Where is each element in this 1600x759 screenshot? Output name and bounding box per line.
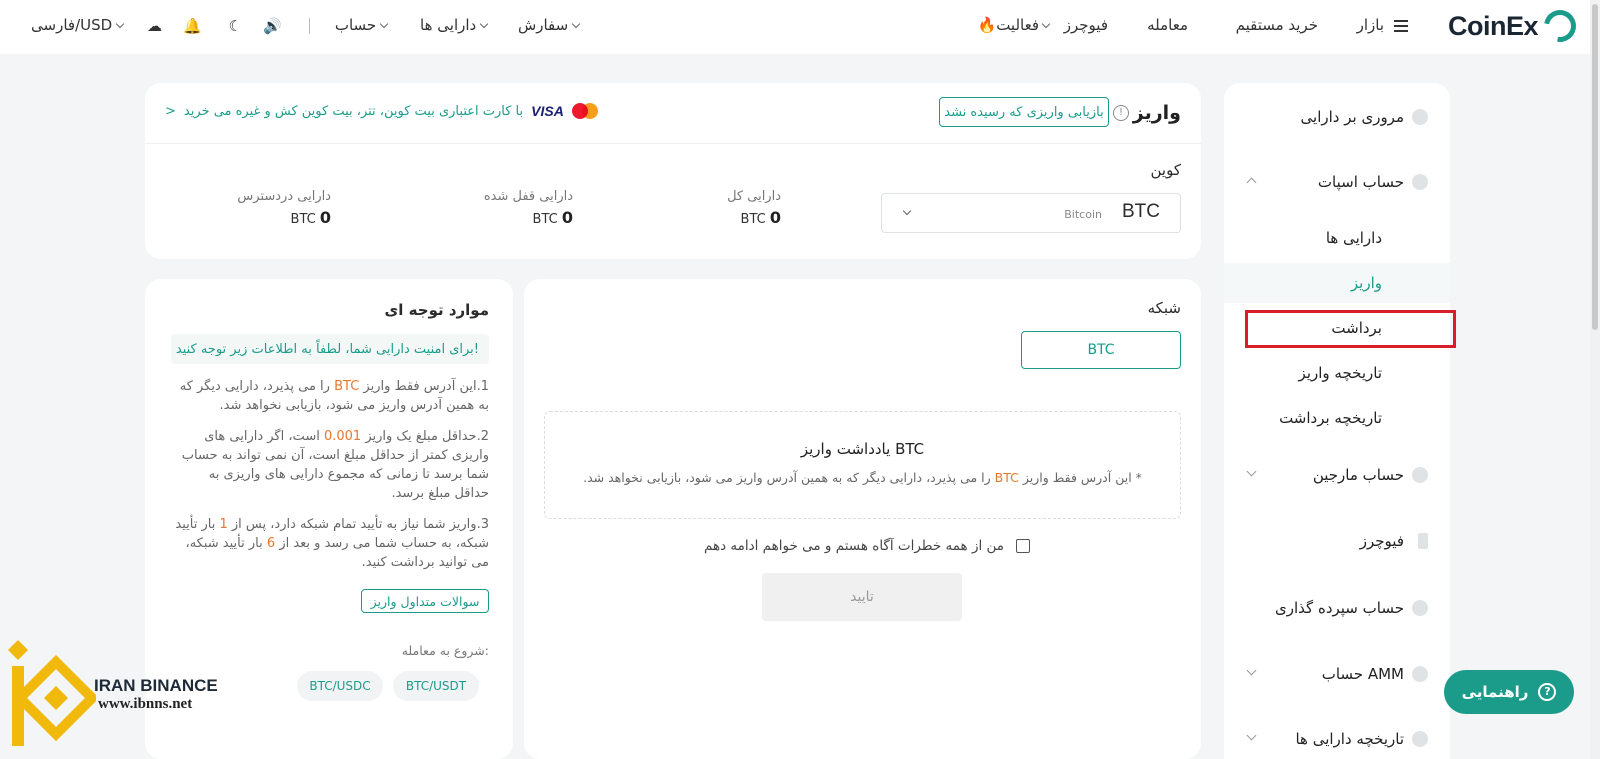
card-promo-text: با کارت اعتباری بیت کوین، تتر، بیت کوین …	[183, 103, 524, 119]
balance-value: 0	[561, 208, 573, 227]
pair-btc-usdc[interactable]: BTC/USDC	[297, 671, 383, 701]
iran-binance-watermark: IRAN BINANCE www.ibnns.net	[6, 640, 226, 752]
balance-label: دارایی دردسترس	[237, 189, 331, 204]
watermark-title: IRAN BINANCE	[94, 676, 218, 695]
balance-available: دارایی دردسترس BTC 0	[237, 189, 331, 227]
sidebar-item-margin[interactable]: حساب مارجین	[1224, 455, 1450, 495]
amm-icon	[1412, 666, 1428, 682]
risk-checkbox[interactable]	[1016, 539, 1031, 553]
chevron-down-icon	[1246, 466, 1257, 477]
menu-icon[interactable]	[1394, 20, 1408, 35]
note-1: 1.این آدرس فقط واریز BTC را می پذیرد، دا…	[179, 379, 489, 413]
deposit-header-card: واریز ! بازیابی واریزی که رسیده نشد VISA…	[145, 83, 1201, 259]
nav-orders[interactable]: سفارش	[518, 16, 584, 34]
page-title: واریز	[1132, 102, 1181, 124]
balance-value: 0	[769, 208, 781, 227]
nav-market[interactable]: بازار	[1357, 16, 1384, 34]
confirm-button[interactable]: تایید	[762, 573, 962, 621]
history-icon	[1412, 731, 1428, 747]
chevron-down-icon	[1041, 19, 1051, 29]
balance-locked: دارایی قفل شده BTC 0	[483, 189, 573, 227]
watermark-url: www.ibnns.net	[98, 696, 193, 712]
chevron-right-icon: <	[165, 103, 176, 119]
card-purchase-link[interactable]: VISA با کارت اعتباری بیت کوین، تتر، بیت …	[165, 103, 598, 119]
sidebar-item-asset-history[interactable]: تاریخچه دارایی ها	[1224, 719, 1450, 759]
chevron-up-icon	[1246, 177, 1257, 188]
chevron-down-icon	[479, 19, 489, 29]
sidebar-item-deposit[interactable]: واریز	[1224, 263, 1450, 303]
coin-label: کوین	[1150, 161, 1181, 179]
network-option-btc[interactable]: BTC	[1021, 331, 1181, 369]
chevron-down-icon	[1246, 730, 1257, 741]
trade-label: شروع به معامله:	[401, 643, 489, 658]
iran-binance-logo-icon	[8, 640, 100, 746]
divider	[145, 143, 1201, 144]
fire-icon: 🔥	[977, 16, 997, 34]
sidebar-item-spot[interactable]: حساب اسپات	[1224, 162, 1450, 202]
security-banner: برای امنیت دارایی شما، لطفاً به اطلاعات …	[171, 334, 489, 364]
help-button[interactable]: راهنمایی ?	[1444, 670, 1574, 714]
notes-title: موارد توجه ای	[384, 301, 489, 319]
sidebar: مروری بر دارایی حساب اسپات دارایی ها وار…	[1224, 83, 1450, 759]
coin-symbol: BTC	[1122, 201, 1160, 222]
pair-btc-usdt[interactable]: BTC/USDT	[393, 671, 479, 701]
nav-divider	[309, 18, 310, 34]
coin-select[interactable]: BTC Bitcoin	[881, 193, 1181, 233]
futures-icon	[1418, 533, 1428, 549]
chevron-down-icon	[1246, 665, 1257, 676]
nav-account[interactable]: حساب	[335, 16, 392, 34]
info-icon[interactable]: !	[1113, 104, 1129, 121]
chevron-down-icon	[115, 19, 125, 29]
faq-button[interactable]: سوالات متداول واریز	[361, 589, 489, 613]
recover-deposit-button[interactable]: بازیابی واریزی که رسیده نشد	[939, 97, 1109, 127]
coinex-logo[interactable]: CoinEx	[1447, 3, 1583, 49]
risk-checkbox-label: من از همه خطرات آگاه هستم و می خواهم ادا…	[704, 538, 1005, 554]
scrollbar-thumb[interactable]	[1592, 4, 1598, 330]
chevron-down-icon	[902, 206, 912, 216]
memo-title: یادداشت واریز BTC	[800, 440, 925, 458]
savings-icon	[1412, 600, 1428, 616]
balance-value: 0	[319, 208, 331, 227]
coin-name: Bitcoin	[1064, 208, 1102, 221]
network-card: شبکه BTC یادداشت واریز BTC * این آدرس فق…	[524, 279, 1201, 759]
sidebar-item-assets[interactable]: دارایی ها	[1224, 218, 1450, 258]
visa-logo: VISA	[531, 103, 564, 119]
question-icon: ?	[1538, 683, 1557, 701]
moon-icon[interactable]: ☾	[229, 17, 242, 35]
sidebar-item-withdraw-history[interactable]: تاریخچه برداشت	[1224, 398, 1450, 438]
nav-activity[interactable]: 🔥فعالیت	[978, 16, 1055, 34]
nav-trade[interactable]: معامله	[1147, 16, 1188, 34]
download-icon[interactable]: ☁	[147, 17, 162, 35]
balance-total: دارایی کل BTC 0	[727, 189, 781, 227]
sidebar-item-overview[interactable]: مروری بر دارایی	[1224, 97, 1450, 137]
highlight-box	[1245, 310, 1456, 348]
top-navbar: CoinEx بازار خرید مستقیم معامله فیوچرز 🔥…	[0, 0, 1600, 54]
sidebar-item-savings[interactable]: حساب سپرده گذاری	[1224, 588, 1450, 628]
margin-icon	[1412, 467, 1428, 483]
risk-acknowledge[interactable]: من از همه خطرات آگاه هستم و می خواهم ادا…	[704, 538, 1031, 554]
nav-futures[interactable]: فیوچرز	[1064, 16, 1108, 34]
nav-assets[interactable]: دارایی ها	[420, 16, 492, 34]
layers-icon	[1412, 174, 1428, 190]
memo-text: * این آدرس فقط واریز BTC را می پذیرد، دا…	[583, 470, 1142, 485]
note-2: 2.حداقل مبلغ یک واریز 0.001 است، اگر دار…	[181, 429, 489, 501]
pie-chart-icon	[1412, 109, 1428, 125]
memo-box: یادداشت واریز BTC * این آدرس فقط واریز B…	[544, 411, 1181, 519]
mastercard-icon	[571, 103, 598, 119]
language-currency-selector[interactable]: فارسی/USD	[31, 16, 128, 34]
network-label: شبکه	[1147, 299, 1181, 317]
sidebar-item-futures[interactable]: فیوچرز	[1224, 521, 1450, 561]
sidebar-item-deposit-history[interactable]: تاریخچه واریز	[1224, 353, 1450, 393]
balance-label: دارایی کل	[727, 189, 781, 204]
chevron-down-icon	[571, 19, 581, 29]
chevron-down-icon	[379, 19, 389, 29]
balance-label: دارایی قفل شده	[483, 189, 573, 204]
coinex-logo-icon	[1537, 3, 1583, 49]
nav-direct-buy[interactable]: خرید مستقیم	[1236, 16, 1318, 34]
bell-icon[interactable]: 🔔	[183, 17, 202, 35]
speaker-icon[interactable]: 🔊	[263, 17, 282, 35]
note-3: 3.واریز شما نیاز به تأیید تمام شبکه دارد…	[175, 517, 489, 570]
logo-text: CoinEx	[1447, 10, 1539, 41]
sidebar-item-amm[interactable]: حساب AMM	[1224, 654, 1450, 694]
